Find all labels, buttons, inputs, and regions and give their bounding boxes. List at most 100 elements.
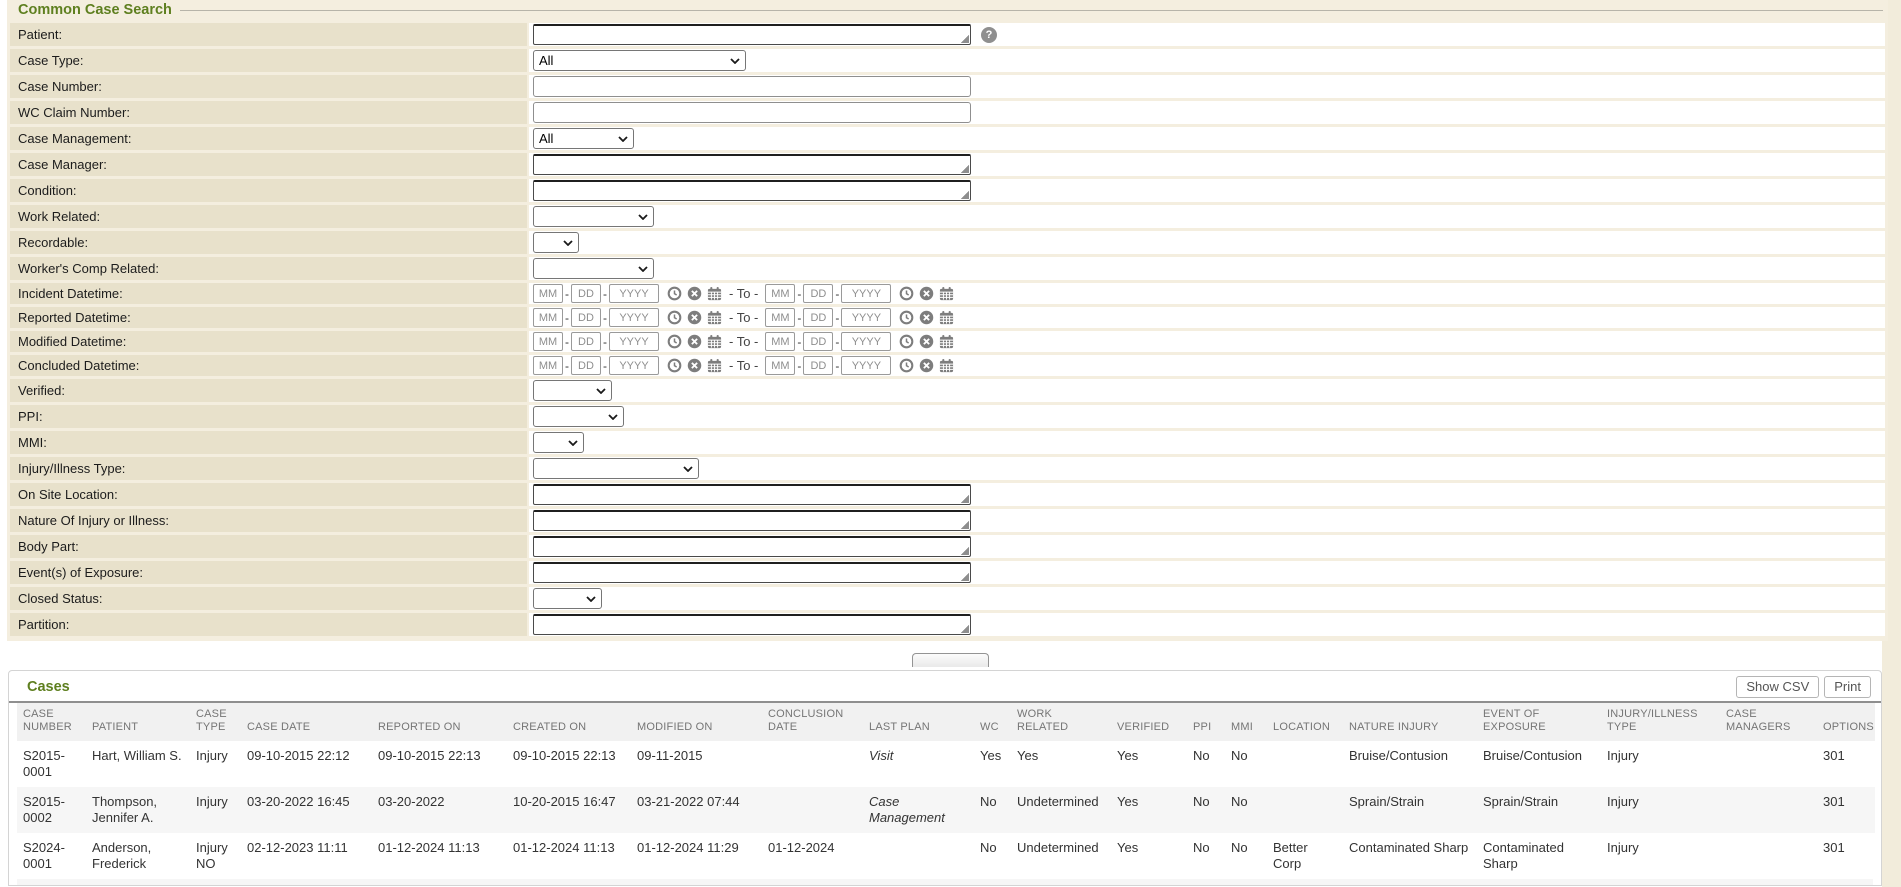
incident-from-day-input[interactable] [571,284,601,303]
form-row-partition: Partition: [10,613,1885,636]
reported-to-month-input[interactable] [765,308,795,327]
table-cell: Yes [974,741,1011,787]
clock-icon[interactable] [667,286,682,301]
partition-input[interactable] [533,614,971,635]
table-cell [863,833,974,879]
table-cell: Undetermined [1011,787,1111,833]
closed-status-select[interactable] [533,588,602,609]
table-cell [1267,741,1343,787]
clock-icon[interactable] [899,334,914,349]
case-management-select[interactable]: All [533,128,634,149]
condition-input[interactable] [533,180,971,201]
table-cell: 09-11-2015 [631,741,762,787]
clear-icon[interactable] [687,358,702,373]
col-header: MMI [1225,703,1267,741]
clear-icon[interactable] [687,334,702,349]
mmi-select[interactable] [533,432,584,453]
form-row-workers-comp-related: Worker's Comp Related: [10,257,1885,280]
clear-icon[interactable] [919,286,934,301]
injury-illness-type-select[interactable] [533,458,699,479]
modified-from-day-input[interactable] [571,332,601,351]
search-form: Patient: ? Case Type: All Case Number: W… [8,20,1887,639]
wc-claim-number-input[interactable] [533,102,971,123]
table-cell [762,787,863,833]
col-header: EVENT OF EXPOSURE [1477,703,1601,741]
form-row-case-type: Case Type: All [10,49,1885,72]
on-site-location-input[interactable] [533,484,971,505]
verified-select[interactable] [533,380,612,401]
reported-from-day-input[interactable] [571,308,601,327]
events-of-exposure-input[interactable] [533,562,971,583]
calendar-icon[interactable] [707,310,722,325]
work-related-select[interactable] [533,206,654,227]
clock-icon[interactable] [899,286,914,301]
search-button-clipped[interactable] [912,653,989,667]
chevron-down-icon [638,214,648,220]
clock-icon[interactable] [899,358,914,373]
table-cell: 01-12-2024 11:13 [507,833,631,879]
calendar-icon[interactable] [939,310,954,325]
calendar-icon[interactable] [939,334,954,349]
reported-to-year-input[interactable] [841,308,891,327]
concluded-from-month-input[interactable] [533,356,563,375]
reported-from-month-input[interactable] [533,308,563,327]
incident-to-year-input[interactable] [841,284,891,303]
form-row-modified-datetime: Modified Datetime: --- To --- [10,331,1885,352]
incident-to-day-input[interactable] [803,284,833,303]
clear-icon[interactable] [919,334,934,349]
concluded-from-day-input[interactable] [571,356,601,375]
clear-icon[interactable] [687,286,702,301]
modified-from-month-input[interactable] [533,332,563,351]
col-header: WC [974,703,1011,741]
incident-from-month-input[interactable] [533,284,563,303]
clear-icon[interactable] [919,310,934,325]
modified-to-day-input[interactable] [803,332,833,351]
case-number-input[interactable] [533,76,971,97]
table-cell: 03-21-2022 07:44 [631,787,762,833]
table-cell: No [1187,833,1225,879]
table-header-row: CASE NUMBER PATIENT CASE TYPE CASE DATE … [17,703,1875,741]
clock-icon[interactable] [667,334,682,349]
concluded-from-year-input[interactable] [609,356,659,375]
clock-icon[interactable] [899,310,914,325]
reported-from-year-input[interactable] [609,308,659,327]
col-header: LAST PLAN [863,703,974,741]
incident-to-month-input[interactable] [765,284,795,303]
calendar-icon[interactable] [707,334,722,349]
concluded-to-month-input[interactable] [765,356,795,375]
case-type-select[interactable]: All [533,50,746,71]
concluded-to-day-input[interactable] [803,356,833,375]
recordable-select[interactable] [533,232,579,253]
field-label: PPI: [10,405,527,428]
show-csv-button[interactable]: Show CSV [1736,676,1819,698]
calendar-icon[interactable] [939,286,954,301]
table-row: S2015-0001 Hart, William S. Injury 09-10… [17,741,1875,787]
col-header: NATURE INJURY [1343,703,1477,741]
calendar-icon[interactable] [939,358,954,373]
help-icon[interactable]: ? [981,27,997,43]
modified-to-year-input[interactable] [841,332,891,351]
col-header: CREATED ON [507,703,631,741]
patient-input[interactable] [533,24,971,45]
case-manager-input[interactable] [533,154,971,175]
concluded-to-year-input[interactable] [841,356,891,375]
clock-icon[interactable] [667,358,682,373]
clear-icon[interactable] [687,310,702,325]
clock-icon[interactable] [667,310,682,325]
calendar-icon[interactable] [707,358,722,373]
events-of-exposure-field-wrap [533,562,971,583]
field-label: Concluded Datetime: [10,355,527,376]
body-part-input[interactable] [533,536,971,557]
workers-comp-related-select[interactable] [533,258,654,279]
ppi-select[interactable] [533,406,624,427]
incident-from-year-input[interactable] [609,284,659,303]
modified-to-month-input[interactable] [765,332,795,351]
common-case-search-panel: Common Case Search Patient: ? Case Type:… [7,0,1888,641]
reported-to-day-input[interactable] [803,308,833,327]
modified-from-year-input[interactable] [609,332,659,351]
print-button[interactable]: Print [1824,676,1871,698]
form-row-nature-of-injury: Nature Of Injury or Illness: [10,509,1885,532]
clear-icon[interactable] [919,358,934,373]
nature-of-injury-input[interactable] [533,510,971,531]
calendar-icon[interactable] [707,286,722,301]
